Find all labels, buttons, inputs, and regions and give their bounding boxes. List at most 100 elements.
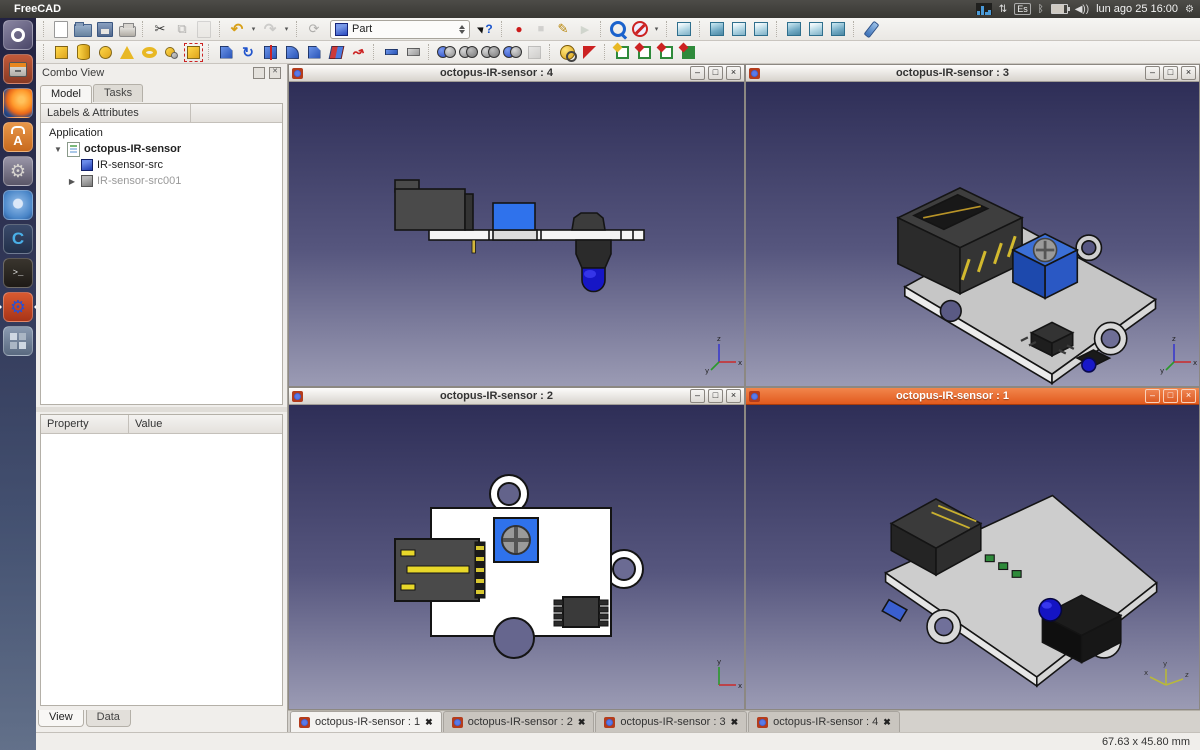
copy-icon[interactable]: ⧉ (172, 19, 192, 39)
cut-icon[interactable]: ✂ (150, 19, 170, 39)
keyboard-layout-indicator[interactable]: Es (1014, 3, 1031, 15)
part-torus-icon[interactable] (139, 42, 159, 62)
macro-record-icon[interactable]: ● (509, 19, 529, 39)
macro-edit-icon[interactable]: ✎ (553, 19, 573, 39)
part-sphere-icon[interactable] (95, 42, 115, 62)
ruled-surface-icon[interactable] (326, 42, 346, 62)
chamfer-icon[interactable] (304, 42, 324, 62)
maximize-button[interactable]: □ (1163, 389, 1178, 403)
measure-icon[interactable] (861, 19, 881, 39)
launcher-system-settings[interactable]: ⚙ (3, 156, 33, 186)
tree-item-application[interactable]: Application (41, 125, 282, 141)
view-front-icon[interactable] (707, 19, 727, 39)
boolean-common-icon[interactable] (458, 42, 478, 62)
window-tab-3[interactable]: octopus-IR-sensor : 3 ✖ (595, 711, 747, 732)
sweep-icon[interactable]: ↝ (345, 39, 371, 65)
window-titlebar[interactable]: octopus-IR-sensor : 4 – □ × (289, 65, 744, 82)
panel-splitter[interactable] (36, 407, 287, 412)
view-right-icon[interactable] (751, 19, 771, 39)
3d-canvas-side-view[interactable]: z y x (289, 82, 744, 386)
maximize-button[interactable]: □ (708, 389, 723, 403)
tab-close-icon[interactable]: ✖ (731, 717, 739, 728)
minimize-button[interactable]: – (1145, 389, 1160, 403)
close-button[interactable]: × (1181, 66, 1196, 80)
launcher-code-app[interactable]: C (3, 224, 33, 254)
panel-close-button[interactable]: ✕ (269, 67, 281, 79)
macro-play-icon[interactable]: ▶ (575, 19, 595, 39)
window-tab-1[interactable]: octopus-IR-sensor : 1 ✖ (290, 711, 442, 732)
tab-tasks[interactable]: Tasks (93, 84, 143, 102)
part-primitives-icon[interactable] (161, 42, 181, 62)
launcher-chromium[interactable] (3, 190, 33, 220)
value-column[interactable]: Value (129, 415, 282, 433)
part-cylinder-icon[interactable] (73, 42, 93, 62)
window-titlebar[interactable]: octopus-IR-sensor : 2 – □ × (289, 388, 744, 405)
defeaturing-icon[interactable] (579, 42, 599, 62)
view-axonometric-icon[interactable] (674, 19, 694, 39)
tab-model[interactable]: Model (40, 85, 92, 103)
launcher-terminal[interactable]: >_ (3, 258, 33, 288)
launcher-file-manager[interactable] (3, 54, 33, 84)
window-tab-4[interactable]: octopus-IR-sensor : 4 ✖ (748, 711, 900, 732)
bluetooth-icon[interactable]: ᛒ (1038, 4, 1044, 15)
part-cone-icon[interactable] (117, 42, 137, 62)
minimize-button[interactable]: – (690, 389, 705, 403)
launcher-ubuntu-dash[interactable] (3, 20, 33, 50)
view-left-icon[interactable] (828, 19, 848, 39)
paste-icon[interactable] (194, 19, 214, 39)
property-column[interactable]: Property (41, 415, 129, 433)
expand-open-icon[interactable]: ▼ (53, 145, 63, 154)
toolbar-handle[interactable] (43, 21, 46, 37)
sketch-map-icon[interactable] (656, 42, 676, 62)
new-document-icon[interactable] (51, 19, 71, 39)
maximize-button[interactable]: □ (1163, 66, 1178, 80)
launcher-software-center[interactable]: A (3, 122, 33, 152)
launcher-freecad[interactable]: ⚙ (3, 292, 33, 322)
undo-icon[interactable]: ↶ (227, 19, 247, 39)
whatsthis-icon[interactable]: ? (476, 19, 496, 39)
redo-dropdown-icon[interactable]: ▾ (282, 19, 291, 39)
3d-canvas-isometric-top[interactable]: z y x (746, 82, 1199, 386)
tree-item-ir-sensor-src001[interactable]: ▶ IR-sensor-src001 (41, 173, 282, 189)
close-button[interactable]: × (1181, 389, 1196, 403)
3d-canvas-top-view[interactable]: y x (289, 405, 744, 709)
system-monitor-icon[interactable] (976, 3, 992, 15)
window-tab-2[interactable]: octopus-IR-sensor : 2 ✖ (443, 711, 595, 732)
tab-close-icon[interactable]: ✖ (883, 717, 891, 728)
draw-style-icon[interactable] (630, 19, 650, 39)
shape-builder-icon[interactable] (183, 42, 203, 62)
refresh-icon[interactable]: ⟳ (304, 19, 324, 39)
network-updown-icon[interactable]: ⇅ (999, 4, 1007, 15)
workbench-selector[interactable]: Part (330, 20, 470, 39)
tab-close-icon[interactable]: ✖ (425, 717, 433, 728)
boolean-cut-icon[interactable] (480, 42, 500, 62)
tab-close-icon[interactable]: ✖ (578, 717, 586, 728)
fillet-icon[interactable] (282, 42, 302, 62)
close-button[interactable]: × (726, 389, 741, 403)
battery-icon[interactable] (1051, 4, 1068, 14)
tab-data[interactable]: Data (86, 710, 131, 727)
open-document-icon[interactable] (73, 19, 93, 39)
launcher-workspace-switcher[interactable] (3, 326, 33, 356)
macro-stop-icon[interactable]: ■ (531, 19, 551, 39)
expand-closed-icon[interactable]: ▶ (67, 177, 77, 186)
panel-float-button[interactable] (253, 67, 265, 79)
session-gear-icon[interactable]: ⚙ (1185, 4, 1194, 15)
minimize-button[interactable]: – (1145, 66, 1160, 80)
fit-all-icon[interactable] (608, 19, 628, 39)
3d-canvas-isometric-bottom[interactable]: x y z (746, 405, 1199, 709)
close-button[interactable]: × (726, 66, 741, 80)
sketch-view-icon[interactable] (678, 42, 698, 62)
boolean-section-icon[interactable] (502, 42, 522, 62)
part-box-icon[interactable] (51, 42, 71, 62)
view-rear-icon[interactable] (784, 19, 804, 39)
window-titlebar[interactable]: octopus-IR-sensor : 3 – □ × (746, 65, 1199, 82)
section-icon[interactable] (403, 42, 423, 62)
mirror-icon[interactable] (260, 42, 280, 62)
launcher-firefox[interactable] (3, 88, 33, 118)
minimize-button[interactable]: – (690, 66, 705, 80)
save-icon[interactable] (95, 19, 115, 39)
tree-item-document[interactable]: ▼ octopus-IR-sensor (41, 141, 282, 157)
tab-view[interactable]: View (38, 710, 84, 727)
boolean-union-icon[interactable] (436, 42, 456, 62)
